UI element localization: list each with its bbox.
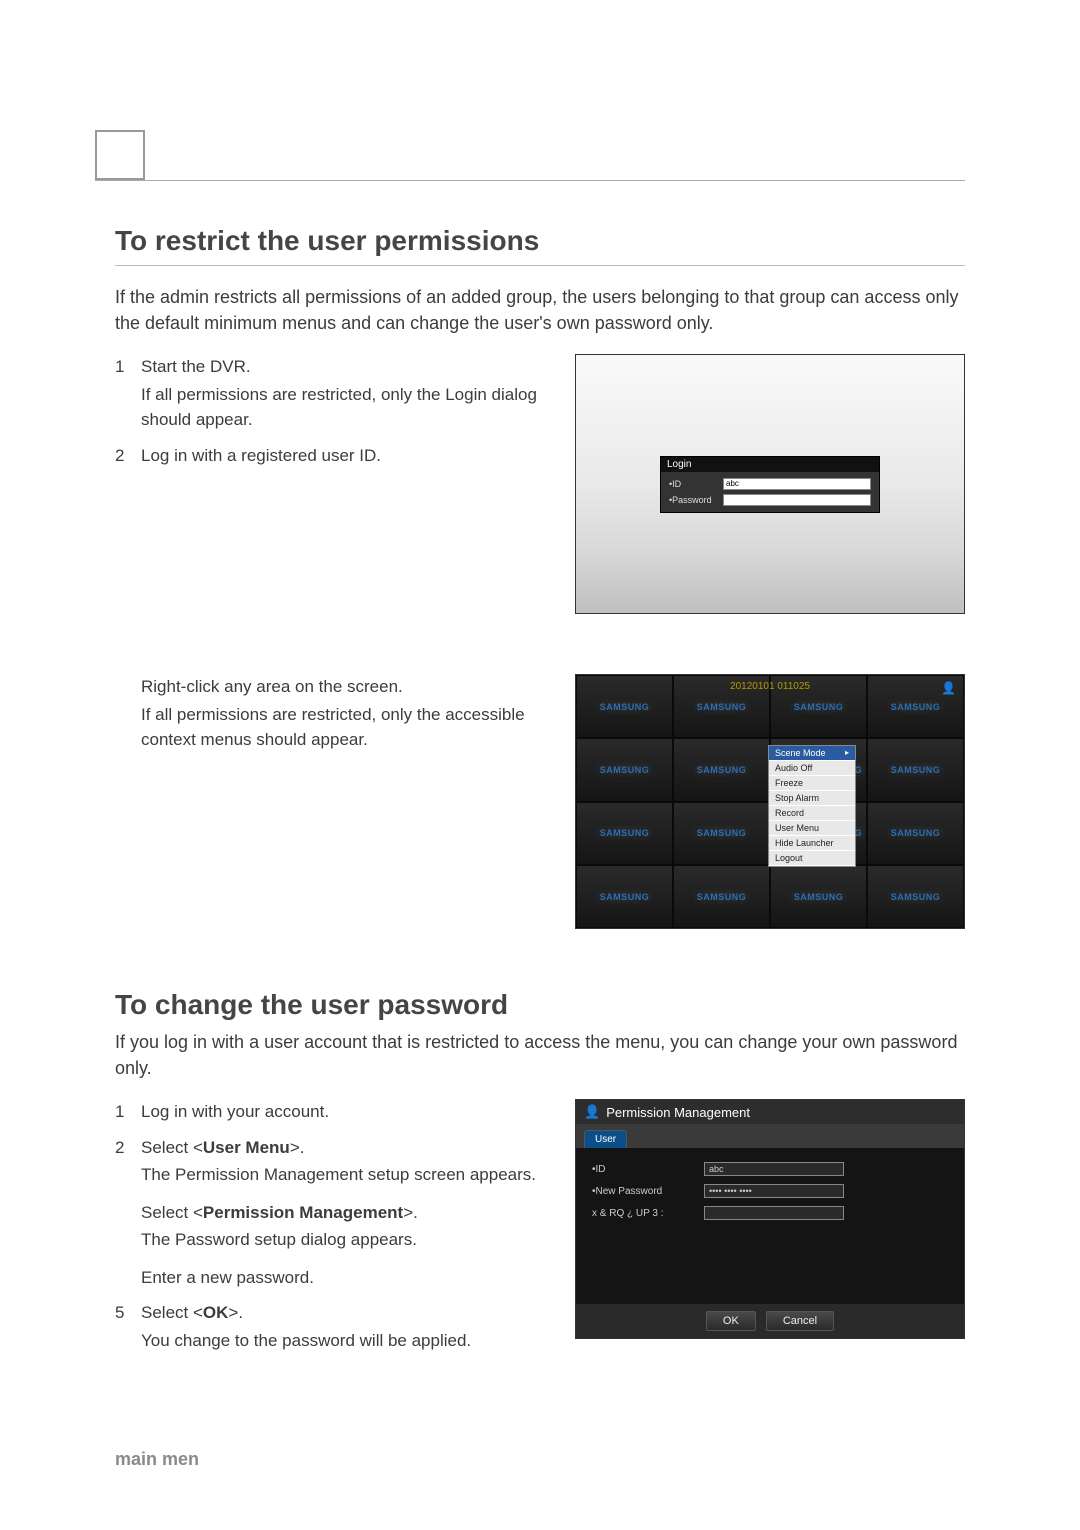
- section-title-restrict: To restrict the user permissions: [115, 225, 965, 257]
- login-id-input[interactable]: [723, 478, 871, 490]
- samsung-logo: SAMSUNG: [693, 890, 751, 904]
- context-menu[interactable]: Scene Mode Audio Off Freeze Stop Alarm R…: [768, 745, 856, 867]
- footer-text: main men: [115, 1449, 199, 1470]
- login-title: Login: [661, 457, 879, 472]
- step-num: 2: [115, 443, 124, 469]
- samsung-logo: SAMSUNG: [887, 700, 945, 714]
- midstep-text: Right-click any area on the screen.: [141, 677, 403, 696]
- header-box: [95, 130, 145, 180]
- step-text: Log in with your account.: [141, 1102, 329, 1121]
- step-text: Select <Permission Management>.: [141, 1203, 418, 1222]
- samsung-logo: SAMSUNG: [596, 763, 654, 777]
- figure-permission-mgmt: 👤 Permission Management User •ID abc •Ne…: [575, 1099, 965, 1339]
- step-text: Select <User Menu>.: [141, 1138, 304, 1157]
- section-title-change-pw: To change the user password: [115, 989, 965, 1021]
- section1-midstep: Right-click any area on the screen. If a…: [115, 674, 555, 753]
- step-sub: The Permission Management setup screen a…: [141, 1162, 555, 1188]
- samsung-logo: SAMSUNG: [693, 700, 751, 714]
- step-1: 1 Log in with your account.: [115, 1099, 555, 1125]
- section2-steps: 1 Log in with your account. 2 Select <Us…: [115, 1099, 555, 1353]
- menu-freeze[interactable]: Freeze: [769, 776, 855, 791]
- samsung-logo: SAMSUNG: [596, 700, 654, 714]
- menu-record[interactable]: Record: [769, 806, 855, 821]
- samsung-logo: SAMSUNG: [596, 890, 654, 904]
- step-subtext: If all permissions are restricted, only …: [141, 382, 555, 433]
- header-rule: [95, 180, 965, 181]
- menu-audio-off[interactable]: Audio Off: [769, 761, 855, 776]
- step-1: 1 Start the DVR. If all permissions are …: [115, 354, 555, 433]
- menu-scene-mode[interactable]: Scene Mode: [769, 746, 855, 761]
- tab-user[interactable]: User: [584, 1130, 627, 1148]
- cancel-button[interactable]: Cancel: [766, 1311, 834, 1331]
- perm-id-field[interactable]: abc: [704, 1162, 844, 1176]
- ok-button[interactable]: OK: [706, 1311, 756, 1331]
- menu-logout[interactable]: Logout: [769, 851, 855, 866]
- perm-newpw-field[interactable]: •••• •••• ••••: [704, 1184, 844, 1198]
- perm-confirm-field[interactable]: [704, 1206, 844, 1220]
- section-divider: [115, 265, 965, 266]
- login-password-label: •Password: [669, 494, 719, 506]
- figure-login: Login •ID •Password: [575, 354, 965, 614]
- section1-intro: If the admin restricts all permissions o…: [115, 284, 965, 336]
- step-text: Enter a new password.: [141, 1268, 314, 1287]
- samsung-logo: SAMSUNG: [790, 890, 848, 904]
- timestamp: 20120101 011025: [730, 681, 810, 692]
- section2-intro: If you log in with a user account that i…: [115, 1029, 965, 1081]
- section1-steps: 1 Start the DVR. If all permissions are …: [115, 354, 555, 468]
- samsung-logo: SAMSUNG: [887, 890, 945, 904]
- step-num: 2: [115, 1135, 124, 1161]
- step-num: 1: [115, 1099, 124, 1125]
- step-text: Start the DVR.: [141, 357, 251, 376]
- midstep-sub: If all permissions are restricted, only …: [141, 702, 555, 753]
- step-sub: You change to the password will be appli…: [141, 1328, 555, 1354]
- step-5: 5 Select <OK>. You change to the passwor…: [115, 1300, 555, 1353]
- samsung-logo: SAMSUNG: [790, 700, 848, 714]
- step-4: Enter a new password.: [115, 1265, 555, 1291]
- midstep: Right-click any area on the screen. If a…: [115, 674, 555, 753]
- perm-confirm-label: x & RQ ¿ UP 3 :: [592, 1208, 692, 1219]
- user-icon: 👤: [941, 681, 956, 695]
- step-num: 5: [115, 1300, 124, 1326]
- step-text: Log in with a registered user ID.: [141, 446, 381, 465]
- user-icon: 👤: [584, 1104, 600, 1120]
- menu-user-menu[interactable]: User Menu: [769, 821, 855, 836]
- samsung-logo: SAMSUNG: [887, 826, 945, 840]
- login-dialog: Login •ID •Password: [660, 456, 880, 513]
- samsung-logo: SAMSUNG: [887, 763, 945, 777]
- step-3: Select <Permission Management>. The Pass…: [115, 1200, 555, 1253]
- login-id-label: •ID: [669, 478, 719, 490]
- step-sub: The Password setup dialog appears.: [141, 1227, 555, 1253]
- menu-stop-alarm[interactable]: Stop Alarm: [769, 791, 855, 806]
- step-num: 1: [115, 354, 124, 380]
- step-2: 2 Log in with a registered user ID.: [115, 443, 555, 469]
- step-2: 2 Select <User Menu>. The Permission Man…: [115, 1135, 555, 1188]
- perm-tabs: User: [576, 1124, 964, 1148]
- login-password-input[interactable]: [723, 494, 871, 506]
- samsung-logo: SAMSUNG: [693, 763, 751, 777]
- perm-newpw-label: •New Password: [592, 1186, 692, 1197]
- perm-id-label: •ID: [592, 1164, 692, 1175]
- menu-hide-launcher[interactable]: Hide Launcher: [769, 836, 855, 851]
- samsung-logo: SAMSUNG: [693, 826, 751, 840]
- figure-context-menu: 20120101 011025 👤 SAMSUNG SAMSUNG SAMSUN…: [575, 674, 965, 929]
- perm-title: 👤 Permission Management: [576, 1100, 964, 1124]
- samsung-logo: SAMSUNG: [596, 826, 654, 840]
- step-text: Select <OK>.: [141, 1303, 243, 1322]
